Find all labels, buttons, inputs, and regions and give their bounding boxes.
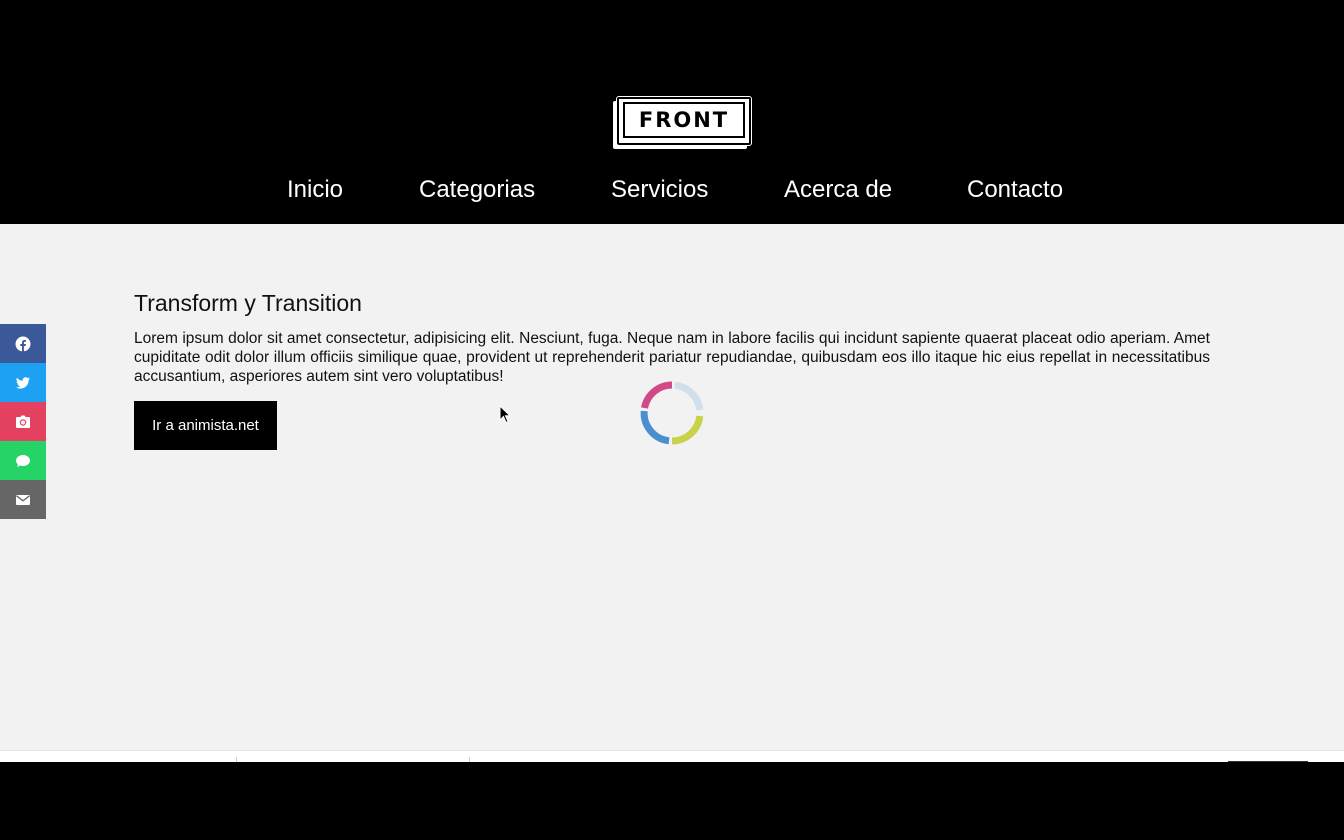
chat-icon <box>16 454 30 467</box>
twitter-share-button[interactable] <box>0 363 46 402</box>
main-content: Transform y Transition Lorem ipsum dolor… <box>0 224 1344 750</box>
chat-share-button[interactable] <box>0 441 46 480</box>
spinner-ring-icon <box>640 381 704 445</box>
intro-paragraph: Lorem ipsum dolor sit amet consectetur, … <box>134 330 1210 385</box>
email-share-button[interactable] <box>0 480 46 519</box>
spinner-segment-lime <box>671 415 704 445</box>
twitter-icon <box>16 376 30 389</box>
facebook-icon <box>15 336 31 351</box>
nav-item-categorias[interactable]: Categorias <box>419 172 535 208</box>
spinner-segment-light <box>674 381 704 411</box>
loading-spinner <box>639 380 705 446</box>
front-logo[interactable]: FRONT <box>613 96 753 151</box>
facebook-share-button[interactable] <box>0 324 46 363</box>
page-title: Transform y Transition <box>134 290 362 316</box>
social-share-bar <box>0 324 46 519</box>
camera-icon <box>16 415 30 428</box>
mail-icon <box>16 494 30 505</box>
instagram-share-button[interactable] <box>0 402 46 441</box>
site-header: FRONT Inicio Categorias Servicios Acerca… <box>0 0 1344 224</box>
animista-link-button[interactable]: Ir a animista.net <box>134 401 277 450</box>
footer-strip <box>0 750 1344 763</box>
logo-card: FRONT <box>616 96 752 146</box>
spinner-segment-pink <box>641 381 673 409</box>
logo-text: FRONT <box>623 102 745 138</box>
bottom-bar <box>0 762 1344 840</box>
nav-item-servicios[interactable]: Servicios <box>611 172 708 208</box>
spinner-segment-blue <box>640 410 670 445</box>
nav-item-contacto[interactable]: Contacto <box>967 172 1063 208</box>
main-nav: Inicio Categorias Servicios Acerca de Co… <box>0 172 1344 208</box>
mouse-cursor-icon <box>499 405 512 424</box>
nav-item-acerca-de[interactable]: Acerca de <box>784 172 892 208</box>
nav-item-inicio[interactable]: Inicio <box>287 172 343 208</box>
